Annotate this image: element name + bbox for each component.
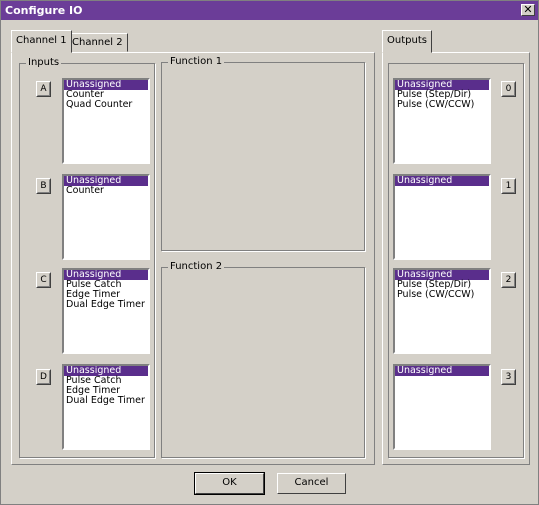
close-icon: ✕ (523, 3, 533, 16)
output-0-list[interactable]: Unassigned Pulse (Step/Dir) Pulse (CW/CCW) (393, 78, 491, 164)
list-item[interactable]: Dual Edge Timer (64, 300, 148, 310)
button-label: A (40, 84, 47, 94)
list-item[interactable]: Dual Edge Timer (64, 396, 148, 406)
button-label: C (40, 275, 47, 285)
inputs-group-label: Inputs (26, 57, 62, 68)
output-1-button[interactable]: 1 (501, 178, 516, 194)
input-b-list[interactable]: Unassigned Counter (62, 174, 150, 260)
button-label: D (40, 372, 47, 382)
list-item[interactable]: Counter (64, 186, 148, 196)
button-label: 1 (505, 181, 512, 191)
button-label: 3 (505, 372, 512, 382)
output-1-list[interactable]: Unassigned (393, 174, 491, 260)
function-1-label: Function 1 (168, 56, 225, 67)
close-button[interactable]: ✕ (521, 4, 535, 16)
button-label: 2 (505, 275, 512, 285)
window-title: Configure IO (5, 4, 83, 17)
tab-channel-2[interactable]: Channel 2 (67, 33, 128, 52)
input-a-list[interactable]: Unassigned Counter Quad Counter (62, 78, 150, 164)
list-item[interactable]: Unassigned (395, 176, 489, 186)
function-2-group: Function 2 (161, 261, 365, 458)
configure-io-dialog: Configure IO ✕ Channel 1 Channel 2 Outpu… (0, 0, 539, 505)
cancel-button[interactable]: Cancel (277, 473, 346, 494)
button-label: 0 (505, 84, 512, 94)
title-bar: Configure IO ✕ (1, 1, 538, 20)
output-3-button[interactable]: 3 (501, 369, 516, 385)
input-c-button[interactable]: C (36, 272, 51, 288)
input-a-button[interactable]: A (36, 81, 51, 97)
tab-label: Outputs (387, 35, 427, 46)
list-item[interactable]: Unassigned (395, 366, 489, 376)
list-item[interactable]: Pulse (CW/CCW) (395, 290, 489, 300)
tab-label: Channel 1 (16, 35, 67, 46)
output-0-button[interactable]: 0 (501, 81, 516, 97)
button-label: B (40, 181, 47, 191)
list-item[interactable]: Pulse (CW/CCW) (395, 100, 489, 110)
input-b-button[interactable]: B (36, 178, 51, 194)
output-3-list[interactable]: Unassigned (393, 364, 491, 450)
output-2-list[interactable]: Unassigned Pulse (Step/Dir) Pulse (CW/CCW) (393, 268, 491, 354)
function-1-group: Function 1 (161, 56, 365, 251)
output-2-button[interactable]: 2 (501, 272, 516, 288)
tab-label: Channel 2 (72, 37, 123, 48)
tab-channel-1[interactable]: Channel 1 (11, 30, 72, 53)
button-label: Cancel (294, 477, 329, 488)
button-label: OK (222, 477, 237, 488)
list-item[interactable]: Quad Counter (64, 100, 148, 110)
input-c-list[interactable]: Unassigned Pulse Catch Edge Timer Dual Edge… (62, 268, 150, 354)
function-2-label: Function 2 (168, 261, 225, 272)
ok-button[interactable]: OK (194, 472, 265, 495)
input-d-button[interactable]: D (36, 369, 51, 385)
tab-outputs[interactable]: Outputs (382, 30, 432, 53)
input-d-list[interactable]: Unassigned Pulse Catch Edge Timer Dual Edge… (62, 364, 150, 450)
